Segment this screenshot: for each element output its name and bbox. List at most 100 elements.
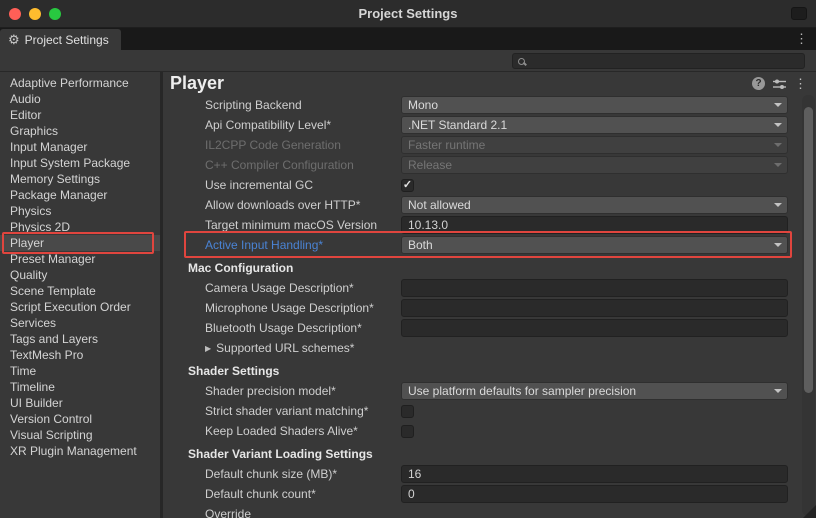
allow-downloads-over-http-dropdown[interactable]: Not allowed xyxy=(401,196,788,214)
sidebar-item-script-execution-order[interactable]: Script Execution Order xyxy=(0,299,160,315)
keep-loaded-shaders-alive-checkbox[interactable] xyxy=(401,425,414,438)
chevron-down-icon xyxy=(774,163,782,167)
settings-row: Default chunk count* xyxy=(163,484,801,504)
shader-precision-model-dropdown[interactable]: Use platform defaults for sampler precis… xyxy=(401,382,788,400)
sidebar-item-timeline[interactable]: Timeline xyxy=(0,379,160,395)
setting-label: Target minimum macOS Version xyxy=(163,218,401,232)
camera-usage-description-field[interactable] xyxy=(401,279,788,297)
checkmark-icon: ✓ xyxy=(403,180,412,191)
search-icon xyxy=(518,58,525,65)
sidebar-item-services[interactable]: Services xyxy=(0,315,160,331)
project-settings-window: Project Settings ⚙ Project Settings ⋮ Ad… xyxy=(0,0,816,518)
tab-menu-icon[interactable]: ⋮ xyxy=(795,32,808,45)
sidebar-item-editor[interactable]: Editor xyxy=(0,107,160,123)
sidebar-item-input-system-package[interactable]: Input System Package xyxy=(0,155,160,171)
setting-label: Bluetooth Usage Description* xyxy=(163,321,401,335)
default-chunk-count-field[interactable] xyxy=(401,485,788,503)
sidebar-item-adaptive-performance[interactable]: Adaptive Performance xyxy=(0,75,160,91)
page-title: Player xyxy=(170,73,224,94)
default-chunk-size-field[interactable] xyxy=(401,465,788,483)
setting-label: Active Input Handling* xyxy=(163,238,401,252)
player-settings-panel: Player ? ⋮ Scripting Backend xyxy=(163,72,816,518)
chevron-down-icon xyxy=(774,203,782,207)
sidebar-item-scene-template[interactable]: Scene Template xyxy=(0,283,160,299)
setting-label: Scripting Backend xyxy=(163,98,401,112)
setting-label: Keep Loaded Shaders Alive* xyxy=(163,424,401,438)
content-area: Adaptive Performance Audio Editor Graphi… xyxy=(0,72,816,518)
setting-label: Allow downloads over HTTP* xyxy=(163,198,401,212)
api-compatibility-level-dropdown[interactable]: .NET Standard 2.1 xyxy=(401,116,788,134)
zoom-button[interactable] xyxy=(49,8,61,20)
strict-shader-variant-matching-checkbox[interactable] xyxy=(401,405,414,418)
sidebar-item-input-manager[interactable]: Input Manager xyxy=(0,139,160,155)
scrollbar-thumb[interactable] xyxy=(804,107,813,393)
settings-row: Api Compatibility Level* .NET Standard 2… xyxy=(163,115,801,135)
foldout-arrow-icon: ▶ xyxy=(205,344,211,353)
sidebar-item-xr-plugin-management[interactable]: XR Plugin Management xyxy=(0,443,160,459)
settings-row: Microphone Usage Description* xyxy=(163,298,801,318)
settings-row: C++ Compiler Configuration Release xyxy=(163,155,801,175)
settings-row: Strict shader variant matching* xyxy=(163,401,801,421)
chevron-down-icon xyxy=(774,389,782,393)
resize-grip[interactable] xyxy=(803,505,816,518)
chevron-down-icon xyxy=(774,103,782,107)
bluetooth-usage-description-field[interactable] xyxy=(401,319,788,337)
search-input[interactable] xyxy=(530,55,804,67)
titlebar: Project Settings xyxy=(0,0,816,28)
sidebar-item-quality[interactable]: Quality xyxy=(0,267,160,283)
settings-row: Bluetooth Usage Description* xyxy=(163,318,801,338)
settings-row: Use incremental GC ✓ xyxy=(163,175,801,195)
setting-label: Default chunk count* xyxy=(163,487,401,501)
sidebar-item-package-manager[interactable]: Package Manager xyxy=(0,187,160,203)
tab-project-settings[interactable]: ⚙ Project Settings xyxy=(0,29,121,50)
sidebar-item-player[interactable]: Player xyxy=(0,235,160,251)
sidebar-item-textmesh-pro[interactable]: TextMesh Pro xyxy=(0,347,160,363)
traffic-lights xyxy=(0,8,61,20)
section-title: Shader Settings xyxy=(163,364,279,378)
sidebar-item-audio[interactable]: Audio xyxy=(0,91,160,107)
microphone-usage-description-field[interactable] xyxy=(401,299,788,317)
presets-icon[interactable] xyxy=(773,78,786,90)
gear-icon: ⚙ xyxy=(8,33,20,46)
window-menu-icon[interactable] xyxy=(791,7,807,20)
sidebar-item-preset-manager[interactable]: Preset Manager xyxy=(0,251,160,267)
sidebar-item-physics-2d[interactable]: Physics 2D xyxy=(0,219,160,235)
settings-row: Target minimum macOS Version xyxy=(163,215,801,235)
window-title: Project Settings xyxy=(0,6,816,21)
vertical-scrollbar[interactable] xyxy=(802,95,815,516)
supported-url-schemes-foldout[interactable]: ▶ Supported URL schemes* xyxy=(163,341,401,355)
dropdown-value: Use platform defaults for sampler precis… xyxy=(408,384,636,398)
minimize-button[interactable] xyxy=(29,8,41,20)
dropdown-value: Mono xyxy=(408,98,438,112)
panel-header: Player ? ⋮ xyxy=(163,72,816,95)
sidebar-item-tags-and-layers[interactable]: Tags and Layers xyxy=(0,331,160,347)
settings-row: Scripting Backend Mono xyxy=(163,95,801,115)
section-header-mac-configuration: Mac Configuration xyxy=(163,258,801,278)
close-button[interactable] xyxy=(9,8,21,20)
sidebar-item-physics[interactable]: Physics xyxy=(0,203,160,219)
sidebar-item-version-control[interactable]: Version Control xyxy=(0,411,160,427)
setting-label: Supported URL schemes* xyxy=(216,341,354,355)
sidebar-item-memory-settings[interactable]: Memory Settings xyxy=(0,171,160,187)
settings-row: Shader precision model* Use platform def… xyxy=(163,381,801,401)
panel-menu-icon[interactable]: ⋮ xyxy=(794,77,807,90)
settings-row-active-input-handling: Active Input Handling* Both xyxy=(163,235,801,255)
scripting-backend-dropdown[interactable]: Mono xyxy=(401,96,788,114)
sidebar-item-graphics[interactable]: Graphics xyxy=(0,123,160,139)
sidebar-item-visual-scripting[interactable]: Visual Scripting xyxy=(0,427,160,443)
target-minimum-macos-version-field[interactable] xyxy=(401,216,788,234)
settings-row: Keep Loaded Shaders Alive* xyxy=(163,421,801,441)
use-incremental-gc-checkbox[interactable]: ✓ xyxy=(401,179,414,192)
sidebar-item-ui-builder[interactable]: UI Builder xyxy=(0,395,160,411)
settings-row: IL2CPP Code Generation Faster runtime xyxy=(163,135,801,155)
dropdown-value: .NET Standard 2.1 xyxy=(408,118,507,132)
help-icon[interactable]: ? xyxy=(752,77,765,90)
sidebar-item-time[interactable]: Time xyxy=(0,363,160,379)
search-box[interactable] xyxy=(512,53,805,69)
setting-label: Default chunk size (MB)* xyxy=(163,467,401,481)
setting-label: C++ Compiler Configuration xyxy=(163,158,401,172)
setting-label: IL2CPP Code Generation xyxy=(163,138,401,152)
active-input-handling-dropdown[interactable]: Both xyxy=(401,236,788,254)
tab-bar: ⚙ Project Settings ⋮ xyxy=(0,28,816,50)
settings-row: Default chunk size (MB)* xyxy=(163,464,801,484)
